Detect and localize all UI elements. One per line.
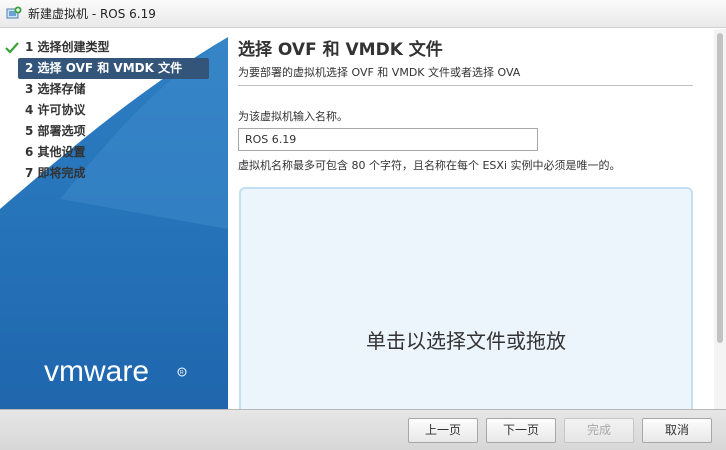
window-title: 新建虚拟机 - ROS 6.19 [28,7,156,21]
step-select-creation-type[interactable]: 1 选择创建类型 [0,37,228,58]
wizard-steps: 1 选择创建类型 2 选择 OVF 和 VMDK 文件 3 选择存储 4 许可协… [0,37,228,184]
logo-text: vmware [44,355,149,388]
divider [238,85,693,86]
wizard-content: 选择 OVF 和 VMDK 文件 为要部署的虚拟机选择 OVF 和 VMDK 文… [228,29,714,409]
vm-name-label: 为该虚拟机输入名称。 [238,110,348,123]
wizard-sidebar: 1 选择创建类型 2 选择 OVF 和 VMDK 文件 3 选择存储 4 许可协… [0,29,228,409]
checkmark-icon [5,42,19,54]
wizard-footer: 上一页 下一页 完成 取消 [0,409,726,450]
page-subtitle: 为要部署的虚拟机选择 OVF 和 VMDK 文件或者选择 OVA [238,66,521,79]
step-label: 3 选择存储 [25,82,86,96]
vertical-scrollbar[interactable] [714,29,726,409]
step-label: 7 即将完成 [25,166,86,180]
step-label: 5 部署选项 [25,124,86,138]
dropzone-label: 单击以选择文件或拖放 [366,329,566,353]
file-dropzone[interactable]: 单击以选择文件或拖放 [239,187,693,409]
new-vm-icon [6,6,22,18]
finish-button[interactable]: 完成 [564,418,634,443]
step-label: 2 选择 OVF 和 VMDK 文件 [25,61,183,75]
step-select-ovf-vmdk[interactable]: 2 选择 OVF 和 VMDK 文件 [18,58,209,79]
step-select-storage: 3 选择存储 [0,79,228,100]
window-titlebar: 新建虚拟机 - ROS 6.19 [0,0,726,28]
back-button[interactable]: 上一页 [408,418,478,443]
step-other-settings: 6 其他设置 [0,142,228,163]
step-label: 1 选择创建类型 [25,40,110,54]
step-ready-to-complete: 7 即将完成 [0,163,228,184]
svg-text:R: R [180,370,184,376]
step-label: 6 其他设置 [25,145,86,159]
vmware-logo: vmware R [44,355,187,388]
vm-name-input[interactable] [238,128,538,151]
step-deployment-options: 5 部署选项 [0,121,228,142]
vm-name-hint: 虚拟机名称最多可包含 80 个字符，且名称在每个 ESXi 实例中必须是唯一的。 [238,159,621,172]
scrollbar-thumb[interactable] [717,33,723,343]
cancel-button[interactable]: 取消 [642,418,712,443]
next-button[interactable]: 下一页 [486,418,556,443]
step-license-agreement: 4 许可协议 [0,100,228,121]
page-title: 选择 OVF 和 VMDK 文件 [238,40,443,60]
step-label: 4 许可协议 [25,103,86,117]
